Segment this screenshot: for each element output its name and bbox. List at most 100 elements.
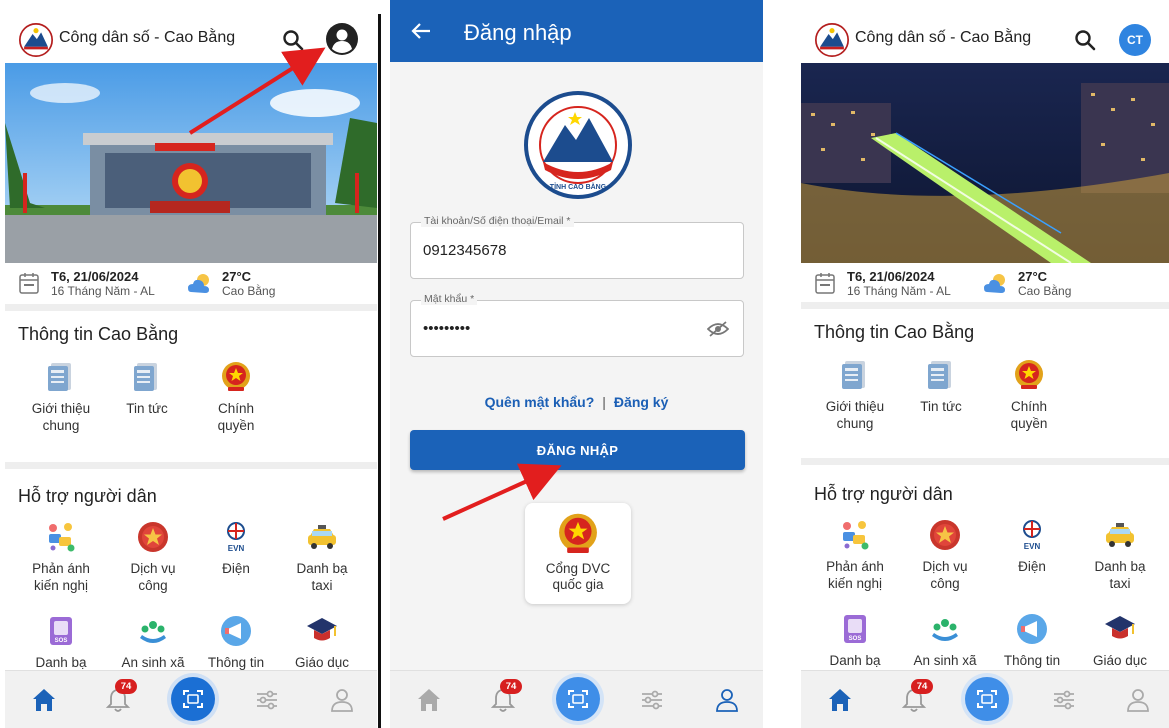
grid-item-chinh-quyen[interactable]: Chính quyền — [192, 360, 280, 434]
scan-button[interactable] — [556, 677, 600, 721]
scan-icon — [566, 687, 590, 711]
grid-item-chinh-quyen[interactable]: Chính quyền — [985, 358, 1073, 432]
person-icon[interactable] — [1123, 685, 1153, 715]
grid-item-label: Dịch vụ — [130, 561, 176, 576]
home-icon[interactable] — [29, 685, 59, 715]
section-divider — [801, 302, 1169, 309]
grid-item-dich-vu-cong[interactable]: Dịch vụ công — [901, 518, 989, 592]
newspaper-icon — [838, 358, 872, 392]
national-emblem-icon — [1012, 358, 1046, 392]
grid-item-label: Dịch vụ — [922, 559, 968, 574]
lunar-date-text: 16 Tháng Năm - AL — [51, 284, 155, 298]
grid-item-label: An sinh xã — [913, 653, 977, 668]
date-weather-row: T6, 21/06/2024 16 Tháng Năm - AL 27°C Ca… — [5, 266, 377, 302]
info-section-title: Thông tin Cao Bằng — [814, 322, 975, 342]
search-icon[interactable] — [1073, 28, 1097, 52]
support-section-title: Hỗ trợ người dân — [814, 484, 953, 504]
notifications-button[interactable]: 74 — [488, 679, 522, 715]
notification-badge: 74 — [500, 679, 522, 694]
graduation-cap-icon — [1103, 612, 1137, 646]
password-input[interactable]: ••••••••• — [423, 320, 703, 337]
newspaper-icon — [130, 360, 164, 394]
grid-item-tin-tuc[interactable]: Tin tức — [897, 358, 985, 415]
register-link[interactable]: Đăng ký — [614, 394, 668, 410]
person-icon[interactable] — [712, 685, 742, 715]
scan-button[interactable] — [965, 677, 1009, 721]
search-icon[interactable] — [281, 28, 305, 52]
grid-item-danh-ba[interactable]: Danh bạ — [811, 612, 899, 669]
grid-item-label: Giáo dục — [294, 655, 350, 670]
social-welfare-icon — [136, 614, 170, 648]
info-section-title: Thông tin Cao Bằng — [18, 324, 179, 344]
date-text: T6, 21/06/2024 — [847, 269, 935, 284]
person-icon[interactable] — [327, 685, 357, 715]
location-text: Cao Bằng — [222, 284, 276, 298]
home-screen-before-login: Công dân số - Cao Bằng T6, 21/06/2024 16… — [5, 0, 377, 728]
grid-item-label: chung — [42, 418, 80, 433]
account-icon[interactable] — [325, 22, 359, 56]
eye-off-icon[interactable] — [707, 319, 729, 339]
grid-item-danh-ba-taxi[interactable]: Danh bạ taxi — [278, 520, 366, 594]
public-service-icon — [136, 520, 170, 554]
location-text: Cao Bằng — [1018, 284, 1072, 298]
grid-item-label: Phản ánh — [826, 559, 884, 574]
grid-item-danh-ba-taxi[interactable]: Danh bạ taxi — [1076, 518, 1164, 592]
calendar-icon — [815, 272, 835, 294]
grid-item-gioi-thieu[interactable]: Giới thiệu chung — [811, 358, 899, 432]
grid-item-phan-anh[interactable]: Phản ánh kiến nghị — [17, 520, 105, 594]
weather-icon — [186, 272, 214, 296]
grid-item-gioi-thieu[interactable]: Giới thiệu chung — [17, 360, 105, 434]
public-service-icon — [928, 518, 962, 552]
social-welfare-icon — [928, 612, 962, 646]
grid-item-label: Giới thiệu — [31, 401, 91, 416]
grid-item-thong-tin[interactable]: Thông tin — [988, 612, 1076, 669]
user-avatar[interactable]: CT — [1119, 24, 1151, 56]
grid-item-thong-tin[interactable]: Thông tin — [192, 614, 280, 671]
dvc-label: quốc gia — [552, 577, 604, 592]
grid-item-label: Chính — [217, 401, 255, 416]
newspaper-icon — [44, 360, 78, 394]
grid-item-label: Danh bạ — [35, 655, 87, 670]
forgot-password-link[interactable]: Quên mật khẩu? — [485, 394, 595, 410]
graduation-cap-icon — [305, 614, 339, 648]
account-field[interactable]: Tài khoản/Số điện thoại/Email * — [410, 215, 744, 279]
grid-item-dich-vu-cong[interactable]: Dịch vụ công — [109, 520, 197, 594]
grid-item-tin-tuc[interactable]: Tin tức — [103, 360, 191, 417]
grid-item-an-sinh[interactable]: An sinh xã — [109, 614, 197, 671]
grid-item-label: Giáo dục — [1092, 653, 1148, 668]
login-header: Đăng nhập — [390, 0, 763, 62]
grid-item-label: Phản ánh — [32, 561, 90, 576]
login-button[interactable]: ĐĂNG NHẬP — [410, 430, 745, 470]
home-icon[interactable] — [414, 685, 444, 715]
national-emblem-icon — [555, 511, 601, 557]
notifications-button[interactable]: 74 — [899, 679, 933, 715]
scan-icon — [975, 687, 999, 711]
app-logo-icon — [815, 23, 849, 57]
scan-button[interactable] — [171, 677, 215, 721]
sliders-icon[interactable] — [1049, 685, 1079, 715]
national-dvc-portal-card[interactable]: Cổng DVC quốc gia — [525, 503, 631, 604]
panel-divider — [378, 14, 381, 728]
newspaper-icon — [924, 358, 958, 392]
bottom-nav: 74 — [801, 670, 1169, 728]
grid-item-an-sinh[interactable]: An sinh xã — [901, 612, 989, 669]
grid-item-danh-ba[interactable]: Danh bạ — [17, 614, 105, 671]
grid-item-dien[interactable]: Điện — [192, 520, 280, 577]
grid-item-giao-duc[interactable]: Giáo dục — [278, 614, 366, 671]
sliders-icon[interactable] — [637, 685, 667, 715]
account-input[interactable] — [423, 242, 703, 259]
grid-item-phan-anh[interactable]: Phản ánh kiến nghị — [811, 518, 899, 592]
sliders-icon[interactable] — [252, 685, 282, 715]
grid-item-dien[interactable]: Điện — [988, 518, 1076, 575]
bottom-nav: 74 — [5, 670, 377, 728]
national-emblem-icon — [219, 360, 253, 394]
grid-item-giao-duc[interactable]: Giáo dục — [1076, 612, 1164, 669]
back-arrow-icon[interactable] — [410, 20, 432, 42]
notifications-button[interactable]: 74 — [103, 679, 137, 715]
grid-item-label: Danh bạ — [1094, 559, 1146, 574]
grid-item-label: Điện — [1018, 559, 1046, 574]
home-icon[interactable] — [825, 685, 855, 715]
grid-item-label: Thông tin — [1003, 653, 1061, 668]
feedback-icon — [838, 518, 872, 552]
password-field[interactable]: Mật khẩu * ••••••••• — [410, 293, 744, 357]
